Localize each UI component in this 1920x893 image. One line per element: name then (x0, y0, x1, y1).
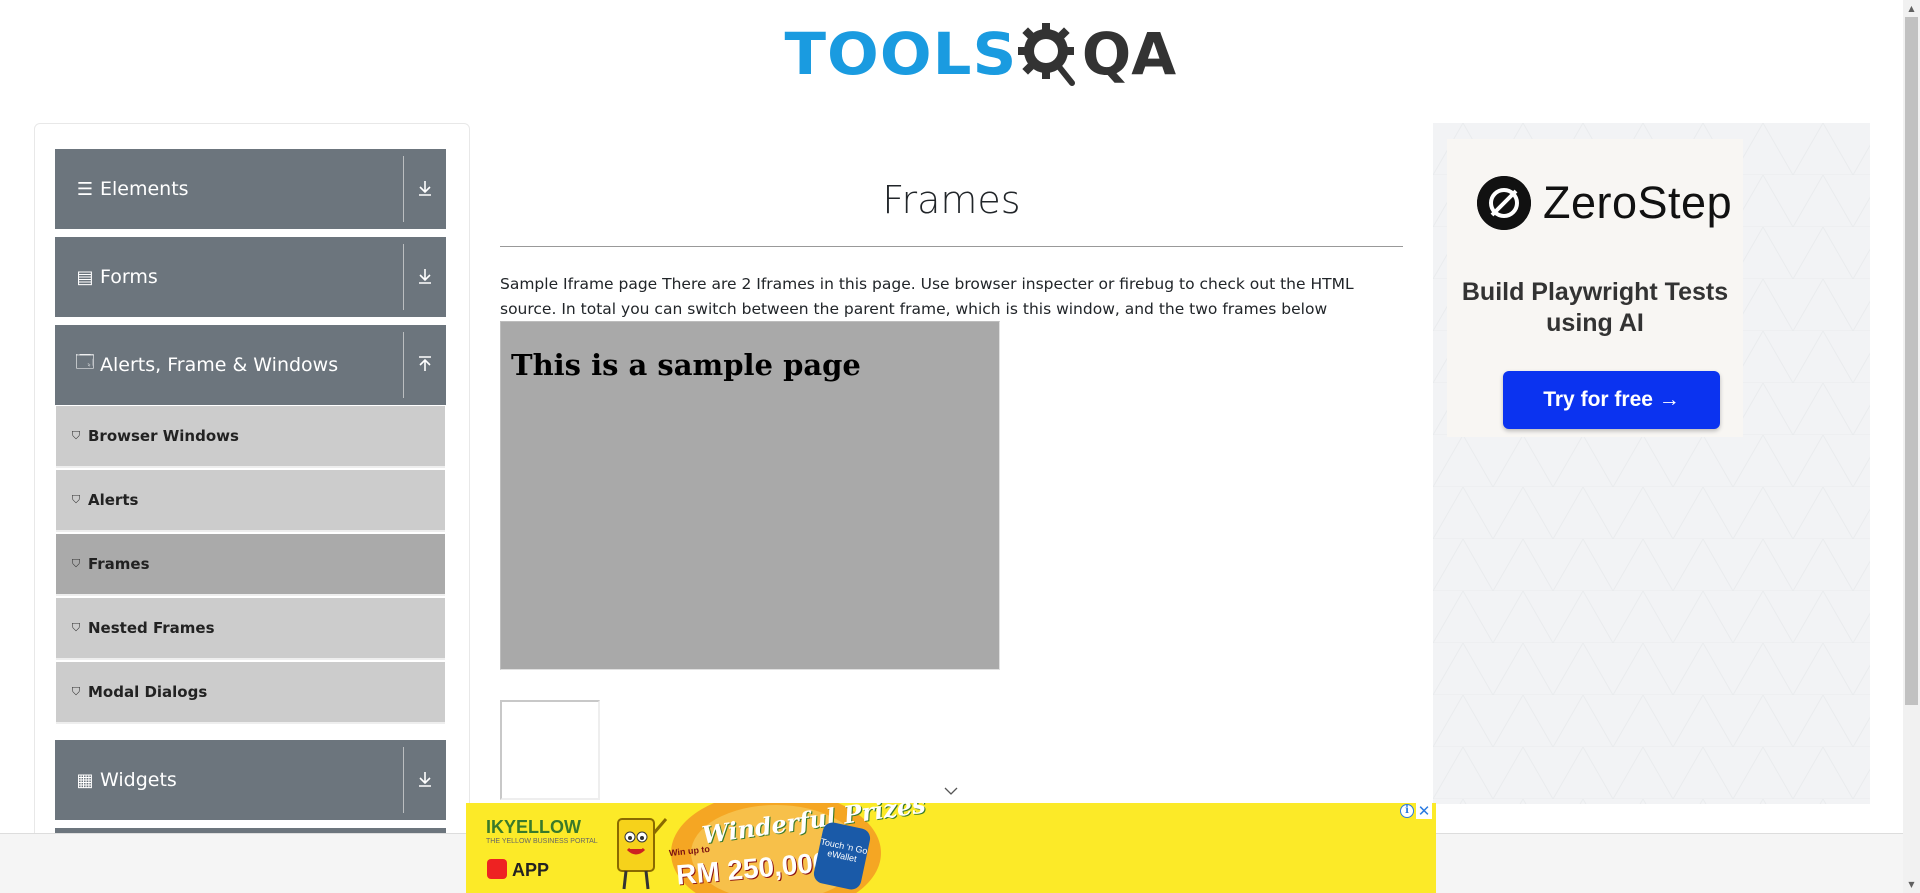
group-widgets[interactable]: ▦ Widgets (55, 740, 446, 820)
sidebar-item-label: Alerts (88, 491, 139, 509)
scrollbar-thumb[interactable] (1905, 17, 1918, 705)
group-forms[interactable]: ▤ Forms (55, 237, 446, 317)
scroll-down-icon[interactable]: ▼ (1903, 876, 1920, 893)
html5-icon: ⛉ (71, 493, 81, 506)
download-arrow-icon[interactable] (412, 175, 438, 201)
sidebar-item-label: Browser Windows (88, 427, 239, 445)
zerostep-logo-icon (1477, 176, 1531, 230)
ad-tagline: Build Playwright Tests using AI (1461, 278, 1729, 337)
sidebar-item-label: Frames (88, 555, 150, 573)
divider (403, 747, 404, 813)
mascot-image (617, 818, 668, 890)
ad-brand: ZeroStep (1543, 177, 1733, 228)
sidebar-item-modal-dialogs[interactable]: ⛉ Modal Dialogs (56, 662, 445, 724)
page: TOOLS QA ☰ Elements ▤ Forms 🗔 Alerts, Fr… (0, 0, 1920, 893)
iframe-small[interactable] (500, 700, 600, 800)
ad-info-icon[interactable]: i (1400, 804, 1414, 818)
ad-brand-ikyellow-text: IKYELLOW (486, 817, 581, 837)
group-label: Elements (100, 178, 189, 200)
ad-brand-app: APP (512, 860, 550, 880)
window-icon: 🗔 (75, 352, 95, 373)
gear-search-icon (1017, 23, 1075, 86)
sidebar-item-label: Modal Dialogs (88, 683, 208, 701)
html5-icon: ⛉ (71, 557, 81, 570)
logo-text: TOOLS (784, 20, 1018, 88)
intro-text: Sample Iframe page There are 2 Iframes i… (500, 275, 1354, 318)
html5-icon: ⛉ (71, 621, 81, 634)
group-label: Alerts, Frame & Windows (100, 354, 339, 376)
upload-arrow-icon[interactable] (412, 351, 438, 377)
ad-zerostep[interactable]: ZeroStep Build Playwright Tests using AI… (1433, 123, 1870, 804)
sidebar-item-browser-windows[interactable]: ⛉ Browser Windows (56, 406, 445, 468)
group-elements[interactable]: ☰ Elements (55, 149, 446, 229)
page-title: Frames (882, 178, 1021, 222)
try-for-free-button[interactable]: Try for free → (1503, 371, 1720, 429)
title-divider (500, 246, 1403, 247)
group-label: Forms (100, 266, 158, 288)
iframe-large[interactable]: This is a sample page (500, 321, 1000, 670)
divider (403, 332, 404, 398)
frame-heading: This is a sample page (511, 348, 861, 382)
group-alerts-frame-windows[interactable]: 🗔 Alerts, Frame & Windows (55, 325, 446, 405)
toolsqa-logo[interactable]: TOOLS QA (784, 14, 1177, 94)
ad-brand-ikyellow-sub: THE YELLOW BUSINESS PORTAL (486, 838, 598, 845)
html5-icon: ⛉ (71, 429, 81, 442)
ad-card: ZeroStep Build Playwright Tests using AI… (1447, 139, 1743, 437)
scrollbar[interactable]: ▲ ▼ (1903, 0, 1920, 893)
list-icon: ☰ (76, 178, 94, 200)
document-icon: ▤ (76, 266, 94, 288)
divider (403, 244, 404, 310)
divider (403, 156, 404, 222)
download-arrow-icon[interactable] (412, 263, 438, 289)
html5-icon: ⛉ (71, 685, 81, 698)
grid-icon: ▦ (76, 769, 94, 791)
sidebar-item-frames[interactable]: ⛉ Frames (56, 534, 445, 596)
logo-suffix: QA (1081, 20, 1177, 88)
sidebar-item-label: Nested Frames (88, 619, 215, 637)
chevron-down-icon[interactable] (944, 786, 958, 796)
close-icon[interactable]: ✕ (1416, 803, 1432, 819)
sidebar-item-nested-frames[interactable]: ⛉ Nested Frames (56, 598, 445, 660)
group-label: Widgets (100, 769, 177, 791)
download-arrow-icon[interactable] (412, 766, 438, 792)
ad-banner-bottom[interactable]: IKYELLOW THE YELLOW BUSINESS PORTAL APP … (466, 803, 1436, 893)
scroll-up-icon[interactable]: ▲ (1903, 0, 1920, 17)
ad-brand-ikyellow: IKYELLOW THE YELLOW BUSINESS PORTAL (486, 817, 598, 845)
sidebar-item-alerts[interactable]: ⛉ Alerts (56, 470, 445, 532)
app-icon (487, 859, 507, 879)
